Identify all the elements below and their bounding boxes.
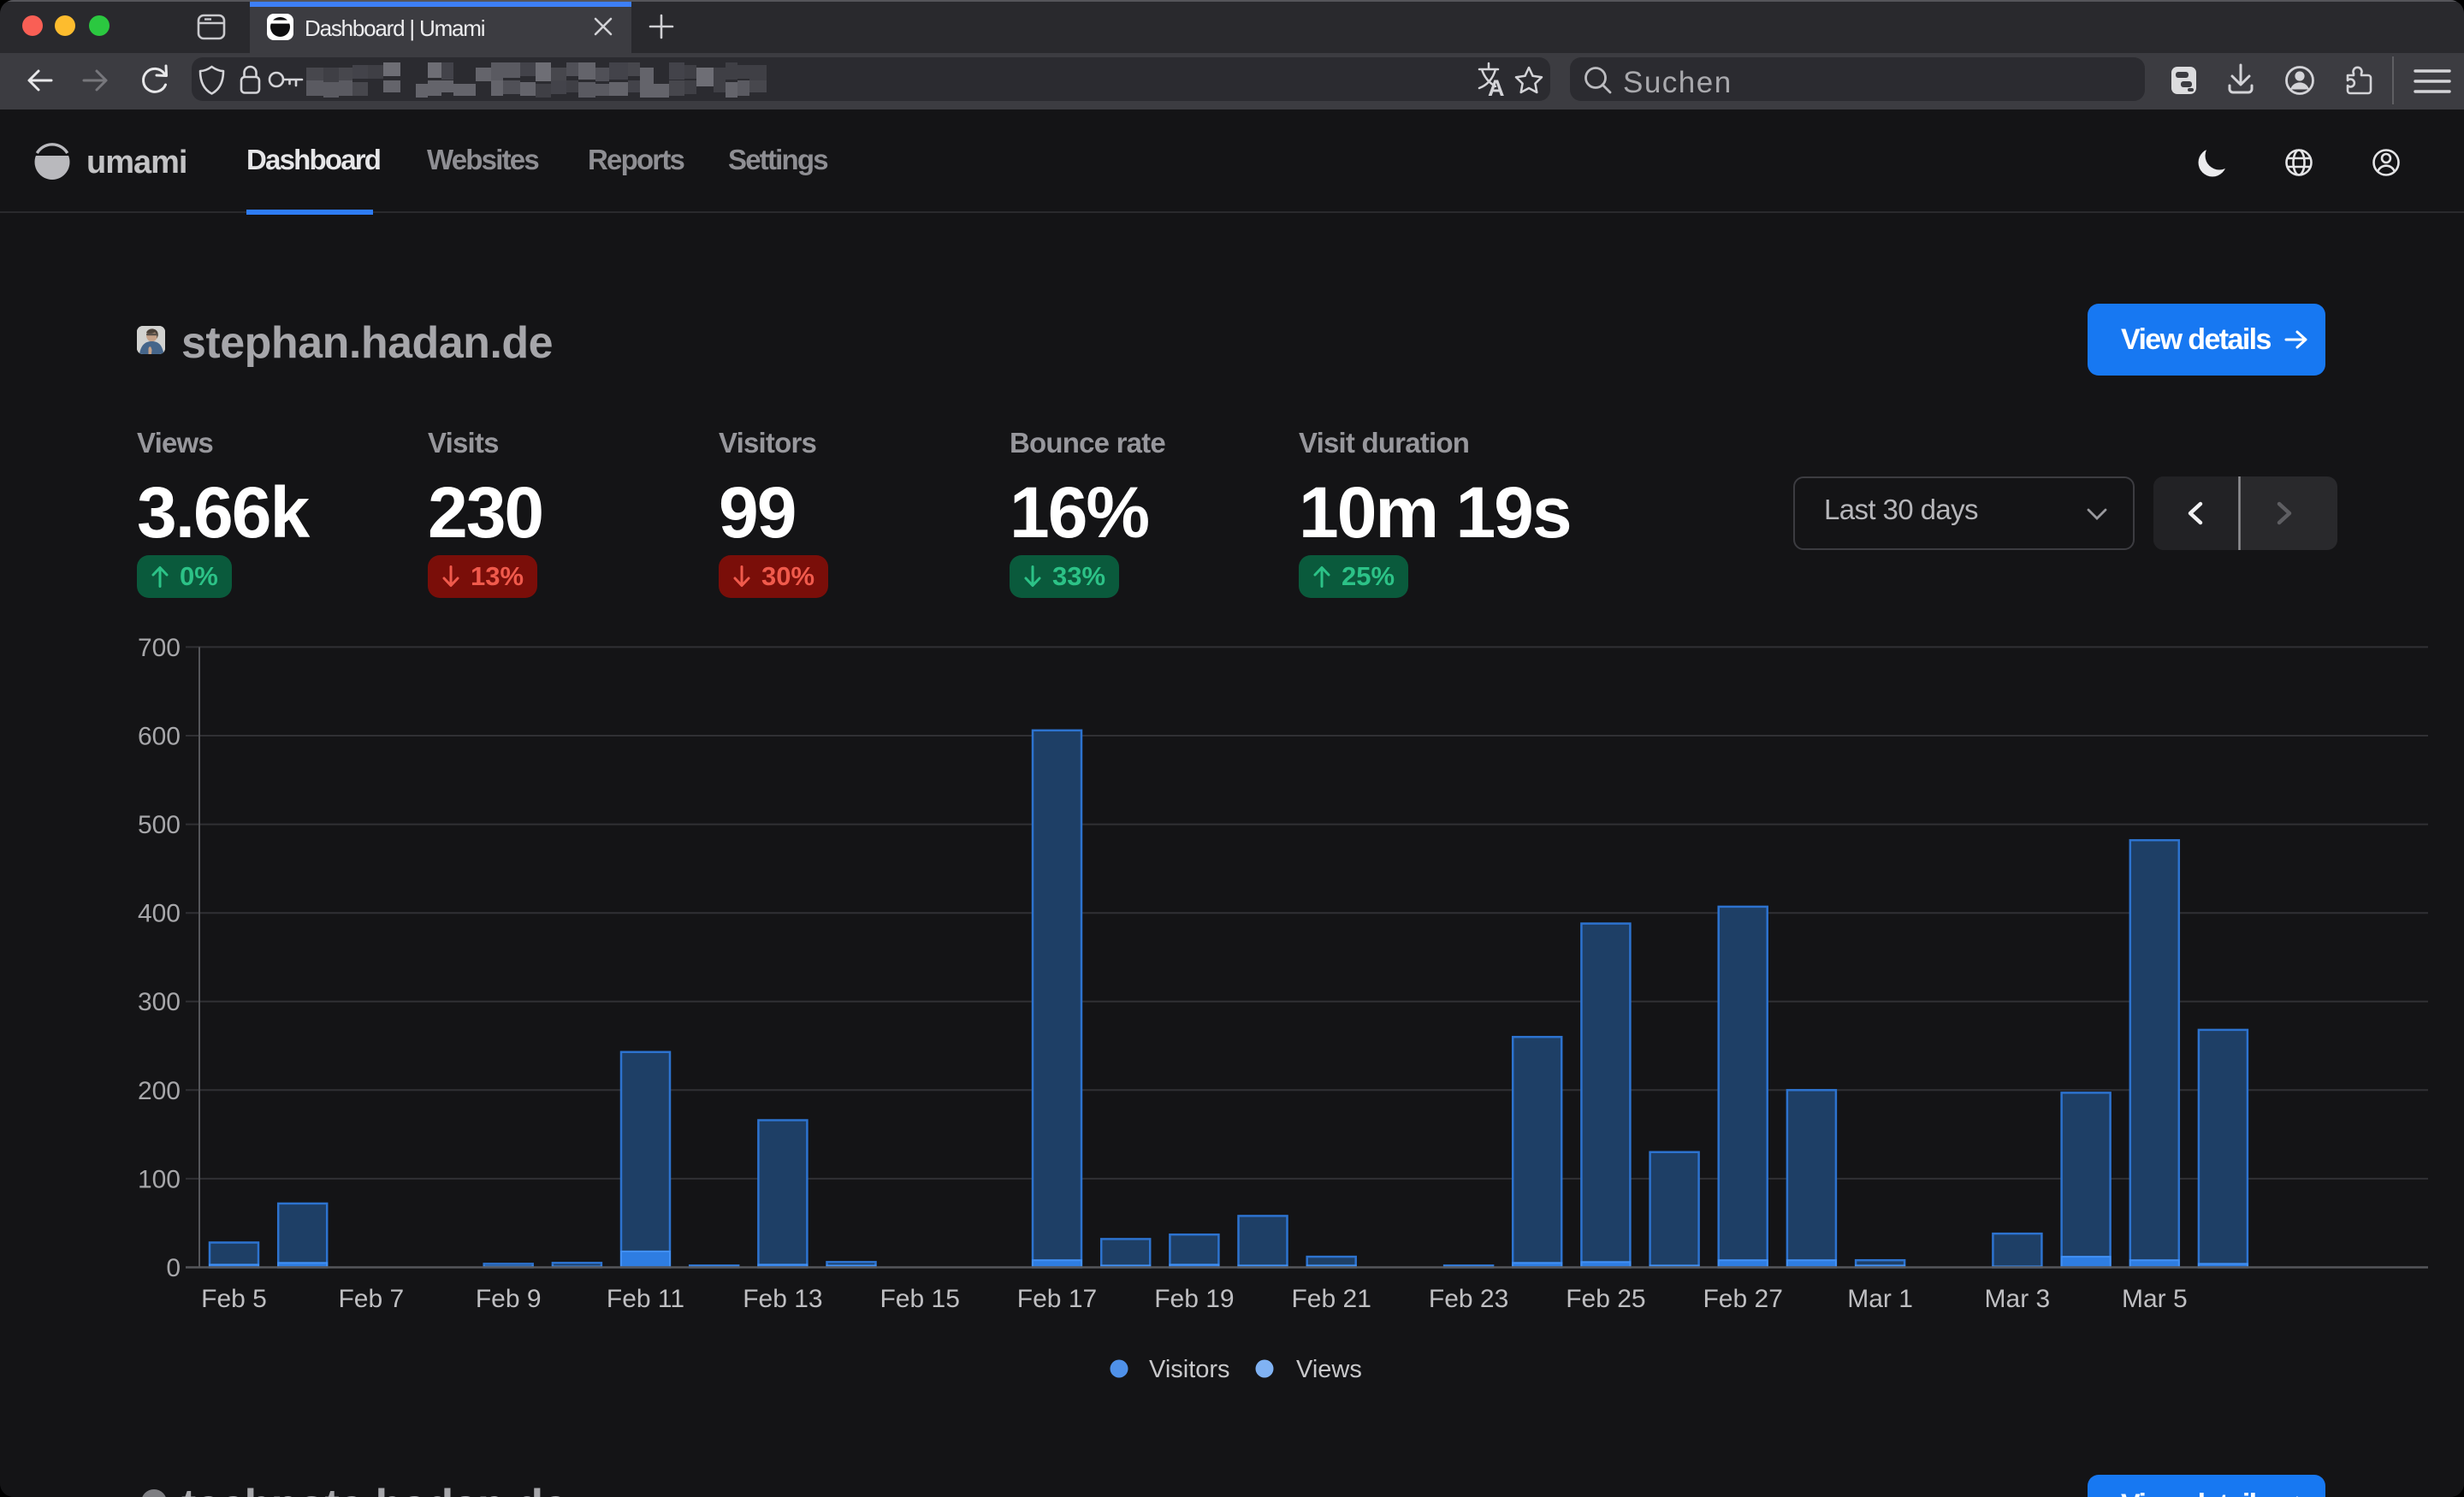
svg-text:Feb 23: Feb 23 [1429,1285,1508,1313]
svg-text:500: 500 [138,811,181,839]
svg-text:Feb 5: Feb 5 [201,1285,267,1313]
svg-text:100: 100 [138,1165,181,1193]
svg-text:Feb 11: Feb 11 [607,1285,684,1313]
svg-text:Feb 21: Feb 21 [1291,1285,1371,1313]
svg-text:Feb 9: Feb 9 [476,1285,542,1313]
svg-text:200: 200 [138,1077,181,1105]
svg-text:Views: Views [1296,1356,1362,1383]
svg-text:Mar 5: Mar 5 [2122,1285,2188,1313]
svg-text:Feb 13: Feb 13 [743,1285,822,1313]
svg-text:Visitors: Visitors [1149,1356,1230,1383]
svg-text:600: 600 [138,723,181,751]
svg-text:700: 700 [138,634,181,662]
svg-text:Mar 1: Mar 1 [1847,1285,1913,1313]
svg-text:Feb 25: Feb 25 [1566,1285,1645,1313]
svg-text:Feb 27: Feb 27 [1703,1285,1782,1313]
svg-text:Feb 15: Feb 15 [880,1285,959,1313]
svg-text:400: 400 [138,900,181,928]
svg-text:Mar 3: Mar 3 [1985,1285,2051,1313]
svg-text:Feb 17: Feb 17 [1017,1285,1097,1313]
svg-text:0: 0 [166,1254,181,1282]
svg-text:300: 300 [138,988,181,1016]
svg-text:Feb 19: Feb 19 [1154,1285,1234,1313]
svg-text:Feb 7: Feb 7 [338,1285,404,1313]
